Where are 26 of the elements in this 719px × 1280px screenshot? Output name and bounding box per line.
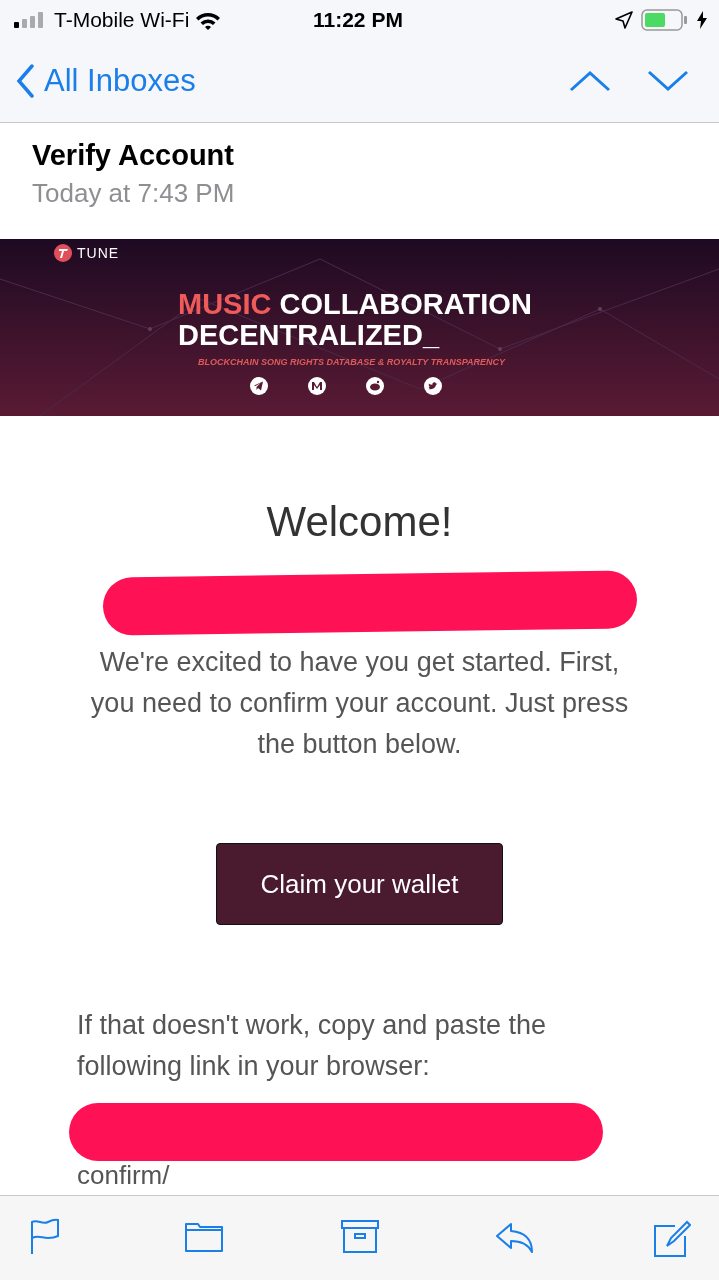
link-text[interactable]: confirm/ xyxy=(77,1161,170,1189)
carrier-name: T-Mobile Wi-Fi xyxy=(54,8,190,32)
chevron-down-icon[interactable] xyxy=(647,70,689,92)
status-time: 11:22 PM xyxy=(313,8,403,32)
headline: COLLABORATION xyxy=(279,289,532,320)
intro-paragraph: We're excited to have you get started. First, you need to confirm your account. Just press the button below. xyxy=(89,646,630,761)
headline-accent: MUSIC xyxy=(178,289,272,320)
email-date: Today at 7:43 PM xyxy=(32,178,236,209)
bird-icon[interactable] xyxy=(424,377,442,395)
chevron-up-icon[interactable] xyxy=(569,70,611,92)
fallback-paragraph: If that doesn't work, copy and paste the following link in your browser: xyxy=(77,1009,547,1083)
headline: DECENTRALIZED_ xyxy=(178,320,441,351)
email-subject: Verify Account xyxy=(32,139,235,172)
tune-logo-icon xyxy=(54,244,72,262)
brand-name: TUNE xyxy=(77,245,120,261)
wifi-icon xyxy=(195,10,222,30)
tagline: BLOCKCHAIN SONG RIGHTS DATABASE & ROYALTY TRANSPARENCY xyxy=(198,357,507,367)
compose-icon[interactable] xyxy=(651,1218,691,1258)
location-arrow-icon xyxy=(615,11,633,29)
chevron-left-icon xyxy=(16,64,34,98)
back-button[interactable]: All Inboxes xyxy=(16,63,196,99)
paper-plane-icon[interactable] xyxy=(250,377,268,395)
battery-icon xyxy=(641,9,689,31)
letter-m-icon[interactable] xyxy=(308,377,326,395)
claim-wallet-button[interactable]: Claim your wallet xyxy=(216,843,503,925)
welcome-heading: Welcome! xyxy=(266,498,453,546)
